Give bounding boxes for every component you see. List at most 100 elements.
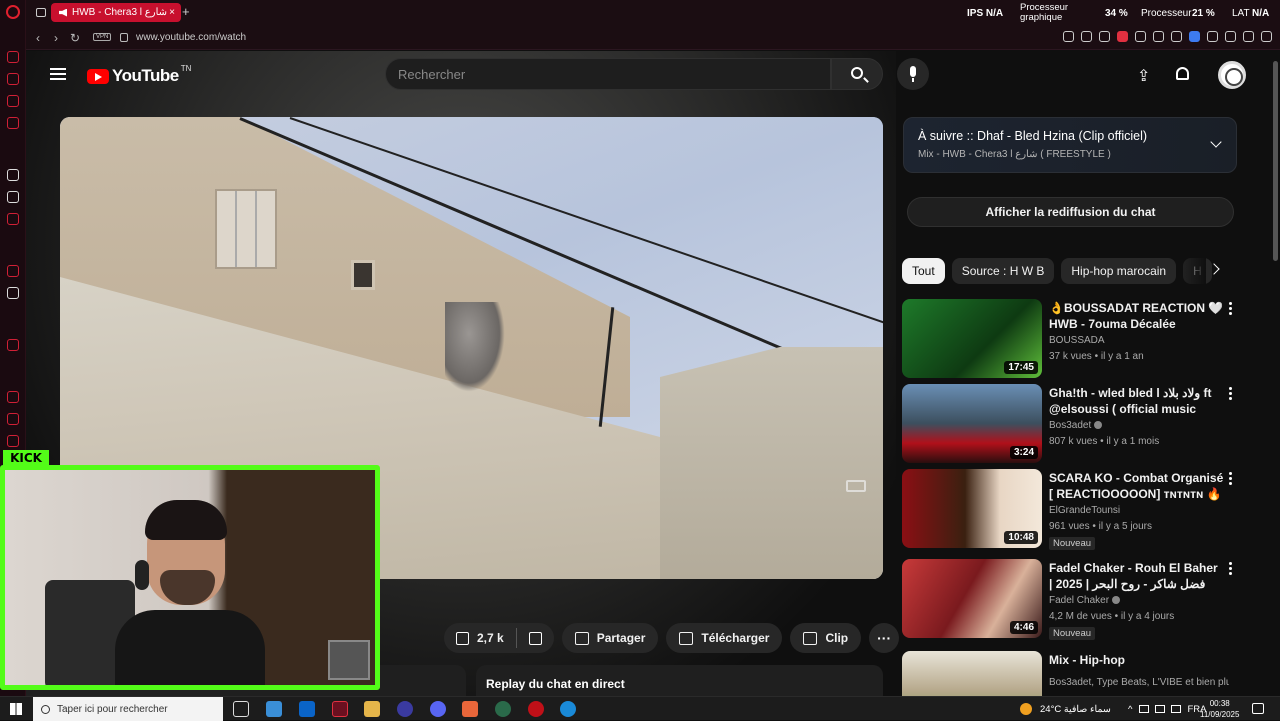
easy-setup-icon[interactable]: [1171, 31, 1182, 42]
outlook-icon[interactable]: [299, 701, 315, 717]
upload-icon[interactable]: ⇪: [1137, 66, 1150, 86]
pin-icon[interactable]: [7, 391, 19, 403]
show-chat-replay-button[interactable]: Afficher la rediffusion du chat: [907, 197, 1234, 227]
display-icon[interactable]: [1171, 705, 1182, 713]
more-actions-button[interactable]: ···: [869, 623, 900, 653]
youtube-logo[interactable]: YouTube TN: [87, 64, 191, 86]
download-button[interactable]: Télécharger: [666, 623, 783, 653]
aria-icon[interactable]: [7, 73, 19, 85]
rec-channel[interactable]: BOUSSADA: [1049, 335, 1105, 346]
task-view-icon[interactable]: [233, 701, 249, 717]
twitch-icon[interactable]: [7, 265, 19, 277]
app-a-icon[interactable]: [462, 701, 478, 717]
rec-title[interactable]: SCARA KO - Combat Organisé [ REACTIOOOOO…: [1049, 470, 1224, 502]
network-icon[interactable]: [1139, 705, 1150, 713]
search-button[interactable]: [831, 58, 883, 90]
voice-search-button[interactable]: [897, 58, 929, 90]
speaker-icon[interactable]: [59, 8, 67, 17]
downloads-icon[interactable]: [1225, 31, 1236, 42]
rec-channel[interactable]: Bos3adet, Type Beats, L'VIBE et bien plu…: [1049, 677, 1229, 688]
rec-channel[interactable]: Fadel Chaker: [1049, 595, 1121, 606]
extensions-icon[interactable]: [1207, 31, 1218, 42]
kebab-menu-icon[interactable]: [1229, 387, 1232, 390]
opera-taskbar-icon[interactable]: [332, 701, 348, 717]
reload-icon[interactable]: ↻: [70, 31, 80, 45]
back-icon[interactable]: ‹: [36, 31, 40, 45]
history-icon[interactable]: [7, 51, 19, 63]
clip-button[interactable]: Clip: [790, 623, 862, 653]
kebab-menu-icon[interactable]: [1229, 472, 1232, 475]
close-tab-icon[interactable]: ×: [169, 7, 175, 18]
snapshot-icon[interactable]: [1099, 31, 1110, 42]
workspaces-icon[interactable]: [36, 8, 46, 17]
taskbar-clock[interactable]: 00:38 11/09/2025: [1200, 698, 1239, 720]
chip-source[interactable]: Source : H W B: [951, 258, 1055, 284]
shield-icon[interactable]: [1117, 31, 1128, 42]
clock-icon[interactable]: [7, 413, 19, 425]
video-thumbnail[interactable]: 4:46: [902, 559, 1042, 638]
scrollbar[interactable]: [1273, 61, 1278, 261]
video-thumbnail[interactable]: 3:24: [902, 384, 1042, 463]
notifications-bell-icon[interactable]: [1176, 67, 1189, 80]
kebab-menu-icon[interactable]: [1229, 562, 1232, 565]
play-icon[interactable]: [1135, 31, 1146, 42]
settings-icon[interactable]: [7, 435, 19, 447]
edge-icon[interactable]: [560, 701, 576, 717]
zoom-icon[interactable]: [1063, 31, 1074, 42]
dislike-button[interactable]: [517, 623, 554, 653]
video-thumbnail[interactable]: 17:45: [902, 299, 1042, 378]
video-thumbnail[interactable]: 10:48: [902, 469, 1042, 548]
tray-chevron-icon[interactable]: ^: [1128, 704, 1132, 715]
list-item[interactable]: 17:45 👌BOUSSADAT REACTION 🤍 HWB - 7ouma …: [902, 299, 1242, 379]
list-item[interactable]: Mix - Hip-hop Bos3adet, Type Beats, L'VI…: [902, 651, 1242, 696]
windows-start-icon[interactable]: [10, 703, 22, 715]
app-circle-icon[interactable]: [397, 701, 413, 717]
list-item[interactable]: 3:24 Gha!th - wled bled l ولاد بلاد ft @…: [902, 384, 1242, 464]
up-next-panel[interactable]: À suivre :: Dhaf - Bled Hzina (Clip offi…: [903, 117, 1237, 173]
forward-icon[interactable]: ›: [54, 31, 58, 45]
replay-chat-box[interactable]: Replay du chat en direct: [476, 665, 883, 696]
avatar[interactable]: [1218, 61, 1246, 89]
video-thumbnail[interactable]: [902, 651, 1042, 696]
kebab-menu-icon[interactable]: [1229, 302, 1232, 305]
url-field[interactable]: www.youtube.com/watch: [136, 32, 246, 43]
taskbar-search[interactable]: Taper ici pour rechercher: [33, 697, 223, 721]
pin-tab-icon[interactable]: [1081, 31, 1092, 42]
volume-icon[interactable]: [1155, 705, 1166, 713]
extension-blue-icon[interactable]: [1189, 31, 1200, 42]
store-icon[interactable]: [266, 701, 282, 717]
messenger-icon[interactable]: [7, 213, 19, 225]
share-button[interactable]: Partager: [561, 623, 659, 653]
menu-icon[interactable]: [1261, 31, 1272, 42]
list-item[interactable]: 10:48 SCARA KO - Combat Organisé [ REACT…: [902, 469, 1242, 550]
menu-hamburger-icon[interactable]: [50, 68, 66, 80]
heart-icon[interactable]: [1153, 31, 1164, 42]
opera-logo-icon[interactable]: [6, 5, 20, 19]
rec-title[interactable]: Mix - Hip-hop: [1049, 652, 1224, 668]
vpn-badge[interactable]: VPN: [93, 33, 112, 41]
chip-all[interactable]: Tout: [902, 258, 945, 284]
browser-tab-active[interactable]: HWB - Chera3 l شارع ×: [51, 3, 181, 22]
like-button[interactable]: 2,7 k: [444, 623, 516, 653]
rec-title[interactable]: Gha!th - wled bled l ولاد بلاد ft @elsou…: [1049, 385, 1224, 417]
rec-title[interactable]: Fadel Chaker - Rouh El Baher | فضل شاكر …: [1049, 560, 1224, 592]
wallet-icon[interactable]: [7, 95, 19, 107]
rec-channel[interactable]: Bos3adet: [1049, 420, 1103, 431]
app-red-icon[interactable]: [528, 701, 544, 717]
new-tab-icon[interactable]: +: [182, 4, 190, 19]
weather-widget[interactable]: 24°C سماء صافية: [1020, 697, 1111, 721]
file-explorer-icon[interactable]: [364, 701, 380, 717]
aria-ai-icon[interactable]: [7, 169, 19, 181]
x-icon[interactable]: [7, 287, 19, 299]
search-input[interactable]: [398, 66, 830, 82]
lock-icon[interactable]: [120, 33, 128, 42]
player-icon[interactable]: [7, 339, 19, 351]
rec-title[interactable]: 👌BOUSSADAT REACTION 🤍 HWB - 7ouma Décalé…: [1049, 300, 1224, 332]
chatgpt-icon[interactable]: [7, 191, 19, 203]
notification-center-icon[interactable]: [1252, 703, 1264, 714]
discord-icon[interactable]: [430, 701, 446, 717]
list-item[interactable]: 4:46 Fadel Chaker - Rouh El Baher | فضل …: [902, 559, 1242, 640]
download-arrow-icon[interactable]: [1243, 31, 1254, 42]
gmail-icon[interactable]: [7, 117, 19, 129]
chip-hiphop-marocain[interactable]: Hip-hop marocain: [1061, 258, 1177, 284]
